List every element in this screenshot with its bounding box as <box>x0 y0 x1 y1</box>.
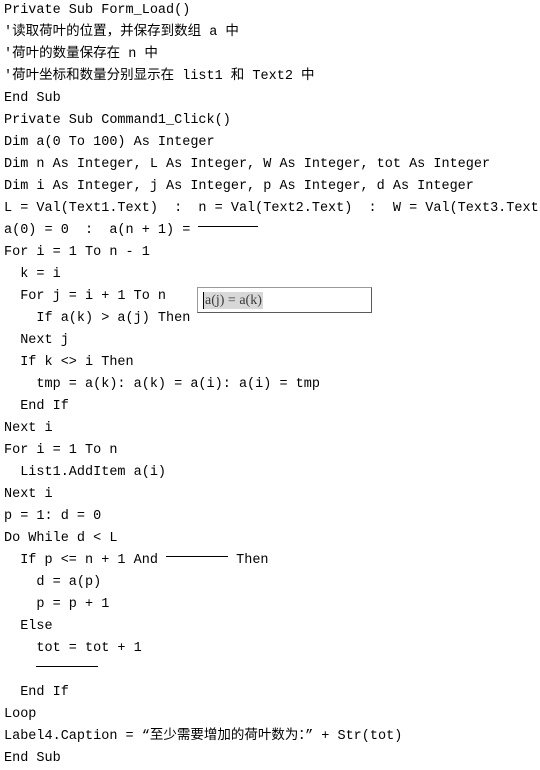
code-line-text: Private Sub Form_Load() <box>4 3 191 18</box>
code-line: k = i <box>0 264 540 286</box>
code-line: p = 1: d = 0 <box>0 506 540 528</box>
code-line-text: Next i <box>4 487 53 502</box>
code-line: For i = 1 To n - 1 <box>0 242 540 264</box>
code-line: List1.AddItem a(i) <box>0 462 540 484</box>
code-line-text: '读取荷叶的位置，并保存到数组 a 中 <box>4 25 239 40</box>
code-line-text: tmp = a(k): a(k) = a(i): a(i) = tmp <box>4 377 320 392</box>
code-line: Next i <box>0 418 540 440</box>
code-line-text: For j = i + 1 To n <box>4 289 167 304</box>
fill-in-blank[interactable] <box>166 555 229 557</box>
code-line: '读取荷叶的位置，并保存到数组 a 中 <box>0 22 540 44</box>
code-line: tot = tot + 1 <box>0 638 540 660</box>
code-line-text: Dim i As Integer, j As Integer, p As Int… <box>4 179 474 194</box>
answer-input-box[interactable]: a(j) = a(k) <box>197 287 372 313</box>
code-line-text-after: Then <box>228 553 269 568</box>
code-line: Dim i As Integer, j As Integer, p As Int… <box>0 176 540 198</box>
code-line-text: Else <box>4 619 53 634</box>
code-line: End Sub <box>0 748 540 770</box>
code-line-text: End Sub <box>4 91 61 106</box>
code-line: Label4.Caption = “至少需要增加的荷叶数为：” + Str(to… <box>0 726 540 748</box>
code-line-text: If a(k) > a(j) Then <box>4 311 191 326</box>
code-line-text: Dim a(0 To 100) As Integer <box>4 135 215 150</box>
code-line-text: a(0) = 0 : a(n + 1) = <box>4 223 199 238</box>
code-line: '荷叶的数量保存在 n 中 <box>0 44 540 66</box>
code-line-text: End If <box>4 399 69 414</box>
code-line-text: For i = 1 To n - 1 <box>4 245 150 260</box>
code-line: '荷叶坐标和数量分别显示在 list1 和 Text2 中 <box>0 66 540 88</box>
code-line-text: For i = 1 To n <box>4 443 118 458</box>
code-line-text: '荷叶坐标和数量分别显示在 list1 和 Text2 中 <box>4 69 315 84</box>
code-line-text: '荷叶的数量保存在 n 中 <box>4 47 158 62</box>
code-line: Next j <box>0 330 540 352</box>
code-line: Private Sub Command1_Click() <box>0 110 540 132</box>
code-line: d = a(p) <box>0 572 540 594</box>
code-line-text: Do While d < L <box>4 531 118 546</box>
code-line: p = p + 1 <box>0 594 540 616</box>
code-line: If k <> i Then <box>0 352 540 374</box>
code-line: Private Sub Form_Load() <box>0 0 540 22</box>
code-line-text: Dim n As Integer, L As Integer, W As Int… <box>4 157 491 172</box>
code-line-text: k = i <box>4 267 61 282</box>
code-line-text: Private Sub Command1_Click() <box>4 113 231 128</box>
code-line: Dim n As Integer, L As Integer, W As Int… <box>0 154 540 176</box>
code-line-text: If p <= n + 1 And <box>4 553 167 568</box>
code-line: Do While d < L <box>0 528 540 550</box>
code-line-text: Label4.Caption = “至少需要增加的荷叶数为：” + Str(to… <box>4 729 403 744</box>
code-line-text: End Sub <box>4 751 61 766</box>
code-line: End Sub <box>0 88 540 110</box>
code-line-text: Loop <box>4 707 37 722</box>
code-line-text: tot = tot + 1 <box>4 641 142 656</box>
code-line-text: If k <> i Then <box>4 355 134 370</box>
code-line-text: p = 1: d = 0 <box>4 509 102 524</box>
code-line: Loop <box>0 704 540 726</box>
code-line: Next i <box>0 484 540 506</box>
code-line-text: Next j <box>4 333 69 348</box>
code-line: L = Val(Text1.Text) : n = Val(Text2.Text… <box>0 198 540 220</box>
code-line: Else <box>0 616 540 638</box>
fill-in-blank[interactable] <box>36 665 99 667</box>
code-line: End If <box>0 682 540 704</box>
code-line: If p <= n + 1 And Then <box>0 550 540 572</box>
code-line <box>0 660 540 682</box>
code-line: For i = 1 To n <box>0 440 540 462</box>
code-line-text: End If <box>4 685 69 700</box>
code-listing: Private Sub Form_Load() '读取荷叶的位置，并保存到数组 a… <box>0 0 540 770</box>
code-line-text: L = Val(Text1.Text) : n = Val(Text2.Text… <box>4 201 540 216</box>
code-line: a(0) = 0 : a(n + 1) = <box>0 220 540 242</box>
code-line-text: d = a(p) <box>4 575 102 590</box>
code-line: End If <box>0 396 540 418</box>
code-line: Dim a(0 To 100) As Integer <box>0 132 540 154</box>
code-line: tmp = a(k): a(k) = a(i): a(i) = tmp <box>0 374 540 396</box>
fill-in-blank[interactable] <box>198 225 259 227</box>
code-line-text: Next i <box>4 421 53 436</box>
answer-input-value[interactable]: a(j) = a(k) <box>204 292 263 309</box>
code-line-text: p = p + 1 <box>4 597 110 612</box>
code-line-text: List1.AddItem a(i) <box>4 465 167 480</box>
